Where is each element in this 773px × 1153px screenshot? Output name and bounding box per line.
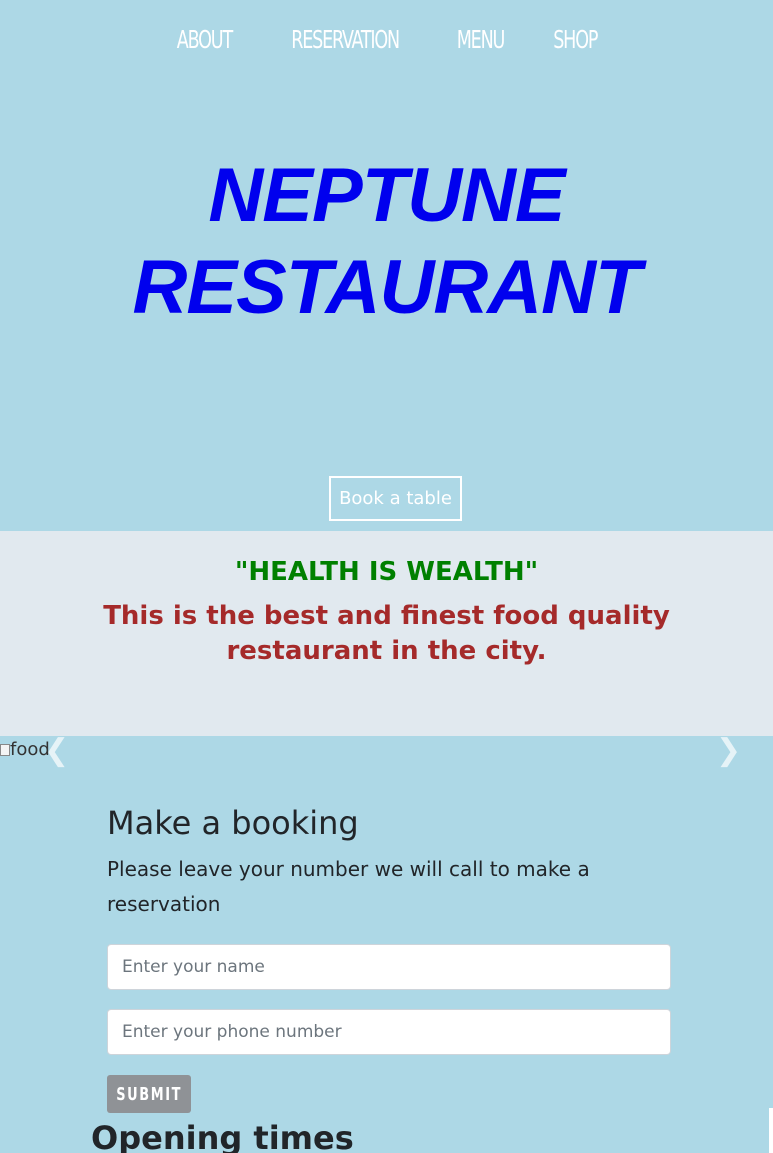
booking-heading: Make a booking — [107, 804, 359, 842]
nav-menu[interactable]: MENU — [457, 22, 506, 58]
submit-button[interactable]: SUBMIT — [107, 1075, 191, 1113]
book-table-button[interactable]: Book a table — [329, 476, 462, 521]
phone-input[interactable] — [107, 1009, 671, 1055]
top-nav: ABOUT RESERVATION MENU SHOP — [0, 22, 773, 58]
broken-image: food — [0, 739, 50, 760]
hero-title-line1: NEPTUNE — [208, 153, 565, 238]
submit-label: SUBMIT — [116, 1083, 182, 1105]
hero-title-line2: RESTAURANT — [132, 245, 642, 330]
scrollbar-edge — [769, 1108, 773, 1153]
nav-about[interactable]: ABOUT — [177, 22, 233, 58]
health-quote: "HEALTH IS WEALTH" — [234, 557, 539, 587]
chevron-right-icon[interactable]: ❯ — [716, 736, 741, 766]
chevron-left-icon[interactable]: ❮ — [44, 736, 69, 766]
booking-description: Please leave your number we will call to… — [107, 857, 590, 916]
hero-title: NEPTUNE RESTAURANT — [0, 150, 773, 334]
image-carousel: food ❮ ❯ — [0, 736, 773, 766]
broken-image-icon — [0, 743, 10, 756]
page: ABOUT RESERVATION MENU SHOP NEPTUNE REST… — [0, 0, 773, 1153]
booking-section: Make a booking Please leave your number … — [107, 800, 671, 1113]
nav-reservation[interactable]: RESERVATION — [291, 22, 400, 58]
nav-shop[interactable]: SHOP — [553, 22, 598, 58]
quote-band: "HEALTH IS WEALTH" This is the best and … — [0, 531, 773, 736]
opening-times-heading: Opening times — [91, 1119, 354, 1153]
restaurant-tagline: This is the best and finest food quality… — [103, 601, 670, 666]
name-input[interactable] — [107, 944, 671, 990]
